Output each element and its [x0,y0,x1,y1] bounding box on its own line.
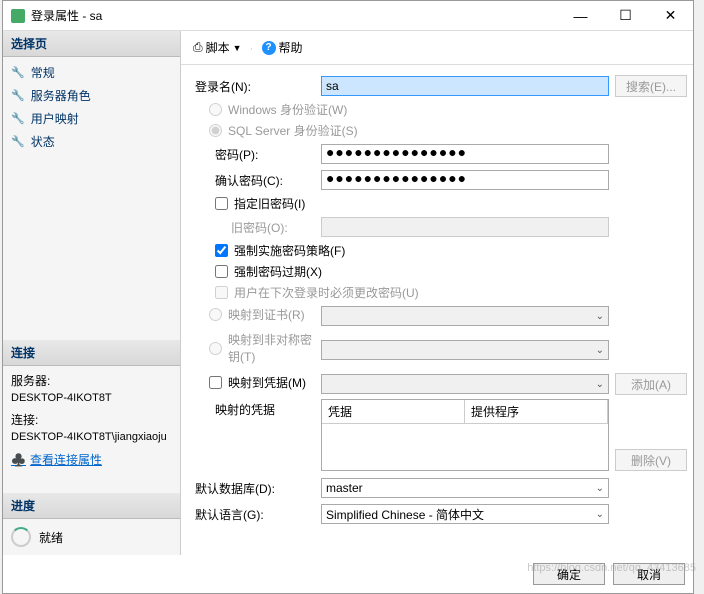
auth-windows-radio [209,103,222,116]
app-icon [11,9,25,23]
credentials-table: 凭据 提供程序 [321,399,609,471]
old-password-input [321,217,609,237]
confirm-password-label: 确认密码(C): [195,172,321,189]
title-text: 登录属性 - sa [31,7,558,24]
main-panel: ⎙ 脚本 ▼ · ? 帮助 登录名(N): 搜索(E)... [181,31,693,555]
auth-sql-radio [209,124,222,137]
wrench-icon: 🔧 [11,112,25,125]
map-cert-label: 映射到证书(R) [228,306,305,323]
map-cred-checkbox[interactable] [209,376,222,389]
nav-status[interactable]: 🔧状态 [3,130,180,153]
progress-status: 就绪 [39,529,63,546]
connection-label: 连接: [11,411,172,429]
progress-spinner-icon [11,527,31,547]
close-button[interactable]: ✕ [648,1,693,30]
enforce-expiry-checkbox[interactable] [215,265,228,278]
server-value: DESKTOP-4IKOT8T [11,390,172,407]
chevron-down-icon: ▼ [233,43,242,53]
view-connection-props-link[interactable]: ♣️查看连接属性 [11,451,102,469]
login-name-label: 登录名(N): [195,78,321,95]
map-cred-label: 映射到凭据(M) [228,374,306,391]
default-db-label: 默认数据库(D): [195,480,321,497]
titlebar: 登录属性 - sa — ☐ ✕ [3,1,693,31]
server-label: 服务器: [11,372,172,390]
connection-value: DESKTOP-4IKOT8T\jiangxiaoju [11,429,172,446]
old-password-label: 旧密码(O): [195,219,321,236]
password-label: 密码(P): [195,146,321,163]
dialog-window: 登录属性 - sa — ☐ ✕ 选择页 🔧常规 🔧服务器角色 🔧用户映射 🔧状态… [2,0,694,594]
auth-windows-label: Windows 身份验证(W) [228,101,347,118]
chevron-down-icon: ⌄ [596,509,604,520]
link-icon: ♣️ [11,451,26,469]
map-asym-radio [209,342,222,355]
must-change-checkbox [215,286,228,299]
chevron-down-icon: ⌄ [596,311,604,322]
select-page-header: 选择页 [3,31,180,57]
map-asym-select: ⌄ [321,340,609,360]
map-cert-radio [209,308,222,321]
enforce-expiry-label: 强制密码过期(X) [234,263,322,280]
add-button: 添加(A) [615,373,687,395]
password-input[interactable] [321,144,609,164]
map-asym-label: 映射到非对称密钥(T) [228,331,321,365]
cred-col-provider: 提供程序 [465,400,608,423]
ok-button[interactable]: 确定 [533,563,605,585]
connection-header: 连接 [3,340,180,366]
default-lang-label: 默认语言(G): [195,506,321,523]
chevron-down-icon: ⌄ [596,345,604,356]
default-lang-select[interactable]: Simplified Chinese - 简体中文⌄ [321,504,609,524]
default-db-select[interactable]: master⌄ [321,478,609,498]
auth-sql-label: SQL Server 身份验证(S) [228,122,358,139]
toolbar: ⎙ 脚本 ▼ · ? 帮助 [181,31,693,65]
mapped-creds-label: 映射的凭据 [195,399,321,418]
help-icon: ? [262,41,276,55]
cancel-button[interactable]: 取消 [613,563,685,585]
nav-general[interactable]: 🔧常规 [3,61,180,84]
map-cred-select: ⌄ [321,374,609,394]
cred-col-credential: 凭据 [322,400,465,423]
chevron-down-icon: ⌄ [596,379,604,390]
help-button[interactable]: ? 帮助 [258,37,307,58]
wrench-icon: 🔧 [11,135,25,148]
nav-user-mapping[interactable]: 🔧用户映射 [3,107,180,130]
wrench-icon: 🔧 [11,89,25,102]
progress-header: 进度 [3,493,180,519]
wrench-icon: 🔧 [11,66,25,79]
enforce-policy-checkbox[interactable] [215,244,228,257]
map-cert-select: ⌄ [321,306,609,326]
search-button: 搜索(E)... [615,75,687,97]
specify-old-checkbox[interactable] [215,197,228,210]
confirm-password-input[interactable] [321,170,609,190]
script-icon: ⎙ [193,40,203,55]
login-name-input[interactable] [321,76,609,96]
must-change-label: 用户在下次登录时必须更改密码(U) [234,284,419,301]
chevron-down-icon: ⌄ [596,483,604,494]
minimize-button[interactable]: — [558,1,603,30]
maximize-button[interactable]: ☐ [603,1,648,30]
script-button[interactable]: ⎙ 脚本 ▼ [189,37,246,58]
sidebar: 选择页 🔧常规 🔧服务器角色 🔧用户映射 🔧状态 连接 服务器: DESKTOP… [3,31,181,555]
remove-button: 删除(V) [615,449,687,471]
specify-old-label: 指定旧密码(I) [234,195,305,212]
nav-server-roles[interactable]: 🔧服务器角色 [3,84,180,107]
enforce-policy-label: 强制实施密码策略(F) [234,242,345,259]
